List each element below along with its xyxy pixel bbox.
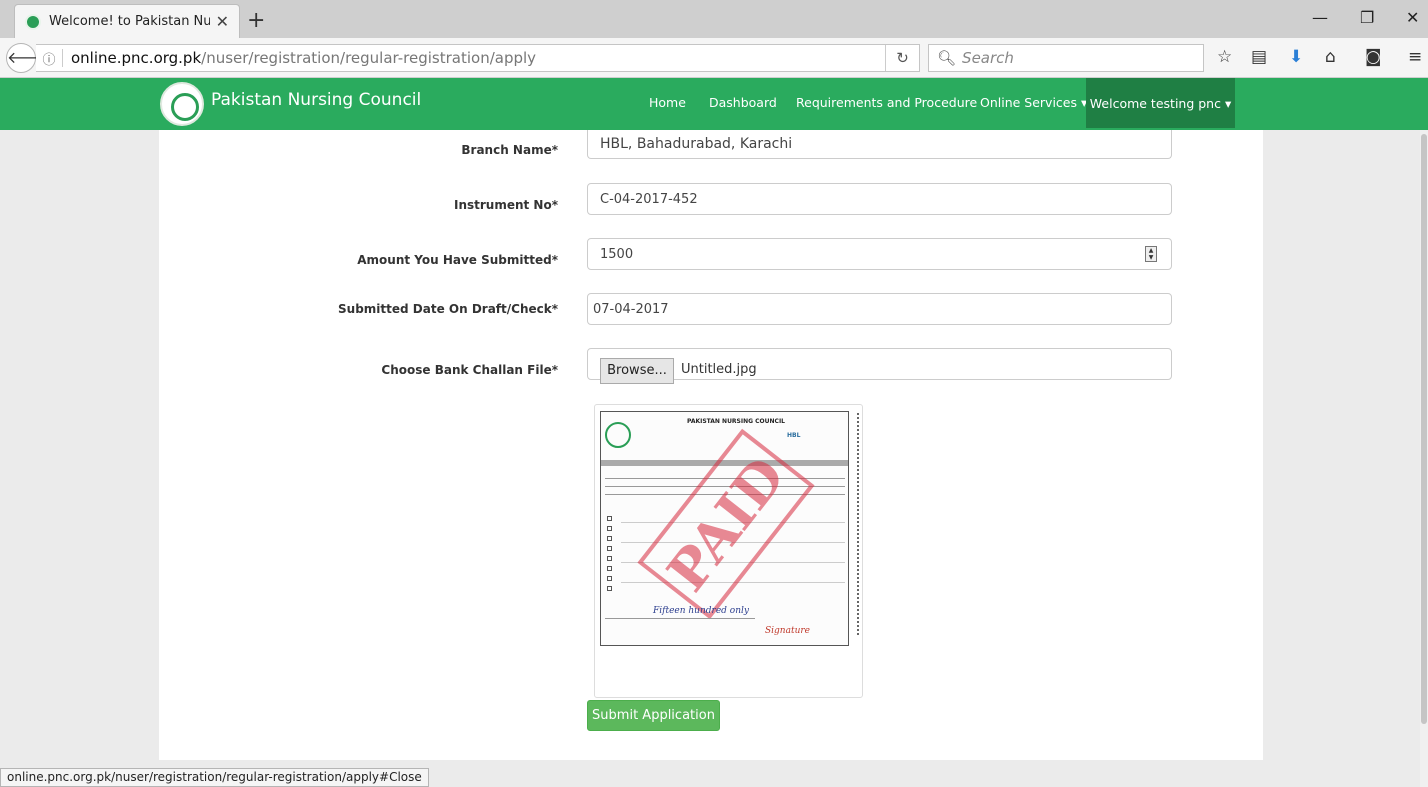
reading-list-icon[interactable]: ▤ [1251, 47, 1267, 67]
number-spinner-icon[interactable]: ▲ ▼ [1145, 246, 1157, 262]
challan-checkbox [607, 566, 612, 571]
nav-home[interactable]: Home [649, 95, 686, 110]
bookmark-star-icon[interactable]: ☆ [1217, 47, 1232, 67]
url-separator [62, 49, 63, 67]
pocket-icon[interactable]: ◙ [1365, 47, 1382, 67]
challan-image: PAKISTAN NURSING COUNCIL HBL PAID Fiftee… [600, 411, 849, 646]
info-icon[interactable]: ⓘ [36, 49, 62, 68]
back-icon[interactable]: 🡐 [6, 43, 50, 73]
challan-preview: PAKISTAN NURSING COUNCIL HBL PAID Fiftee… [594, 404, 863, 698]
submit-application-button[interactable]: Submit Application [587, 700, 720, 731]
scrollbar-thumb[interactable] [1421, 134, 1427, 724]
amount-label: Amount You Have Submitted* [357, 253, 558, 267]
nav-online-services[interactable]: Online Services ▾ [980, 95, 1087, 110]
challan-checkbox [607, 556, 612, 561]
challan-file-label: Choose Bank Challan File* [381, 363, 558, 377]
new-tab-icon[interactable]: + [247, 8, 265, 33]
tab-title: Welcome! to Pakistan Nur... [49, 14, 210, 29]
paid-stamp: PAID [637, 428, 815, 620]
amount-value: 1500 [600, 246, 634, 262]
branch-name-value: HBL, Bahadurabad, Karachi [600, 136, 793, 152]
minimize-icon[interactable]: — [1312, 8, 1328, 27]
url-path: /nuser/registration/regular-registration… [201, 49, 537, 67]
branch-name-label: Branch Name* [461, 143, 558, 157]
browser-navbar: 🡐 ⓘ online.pnc.org.pk /nuser/registratio… [0, 38, 1428, 78]
browser-tab[interactable]: Welcome! to Pakistan Nur... ✕ [14, 4, 240, 38]
download-icon[interactable]: ⬇ [1289, 47, 1303, 67]
submitted-date-value: 07-04-2017 [593, 301, 669, 317]
url-host: online.pnc.org.pk [71, 49, 202, 67]
challan-cut-line [857, 413, 859, 635]
menu-icon[interactable]: ≡ [1408, 47, 1422, 67]
amount-field[interactable]: 1500 ▲ ▼ [587, 238, 1172, 270]
branch-name-field[interactable]: HBL, Bahadurabad, Karachi [587, 130, 1172, 159]
nav-requirements[interactable]: Requirements and Procedure [796, 95, 977, 110]
search-input[interactable]: 🔍︎ Search [928, 44, 1204, 72]
challan-checkbox [607, 546, 612, 551]
challan-checkbox [607, 526, 612, 531]
browse-button[interactable]: Browse... [600, 358, 674, 384]
pnc-logo[interactable] [160, 82, 204, 126]
submitted-date-label: Submitted Date On Draft/Check* [338, 302, 558, 316]
challan-file-field[interactable] [587, 348, 1172, 380]
challan-checkbox [607, 516, 612, 521]
home-icon[interactable]: ⌂ [1325, 47, 1336, 67]
amount-in-words: Fifteen hundred only [653, 606, 749, 616]
window-close-icon[interactable]: ✕ [1406, 8, 1419, 27]
site-favicon-icon [25, 13, 41, 30]
reload-icon[interactable]: ↻ [885, 45, 919, 71]
submitted-date-field[interactable]: 07-04-2017 [587, 293, 1172, 325]
tab-strip: Welcome! to Pakistan Nur... ✕ + — ❐ ✕ [0, 0, 1428, 38]
challan-rule [605, 618, 755, 619]
site-header: Pakistan Nursing Council Home Dashboard … [0, 78, 1428, 130]
challan-checkbox [607, 576, 612, 581]
instrument-no-field[interactable]: C-04-2017-452 [587, 183, 1172, 215]
instrument-no-label: Instrument No* [453, 198, 558, 212]
selected-file-name: Untitled.jpg [681, 362, 757, 377]
challan-bank: HBL [787, 432, 801, 439]
url-bar[interactable]: ⓘ online.pnc.org.pk /nuser/registration/… [36, 44, 920, 72]
challan-title: PAKISTAN NURSING COUNCIL [686, 418, 786, 425]
site-name[interactable]: Pakistan Nursing Council [211, 90, 421, 110]
user-menu[interactable]: Welcome testing pnc ▾ [1086, 78, 1235, 128]
search-icon: 🔍︎ [937, 49, 957, 67]
close-tab-icon[interactable]: ✕ [216, 12, 229, 31]
status-bar: online.pnc.org.pk/nuser/registration/reg… [0, 768, 429, 787]
challan-checkbox [607, 586, 612, 591]
restore-icon[interactable]: ❐ [1360, 8, 1374, 27]
search-placeholder: Search [962, 49, 1014, 67]
instrument-no-value: C-04-2017-452 [600, 191, 698, 207]
challan-logo-icon [605, 422, 631, 448]
challan-checkbox [607, 536, 612, 541]
cashier-signature: Signature [765, 626, 811, 636]
nav-dashboard[interactable]: Dashboard [709, 95, 777, 110]
